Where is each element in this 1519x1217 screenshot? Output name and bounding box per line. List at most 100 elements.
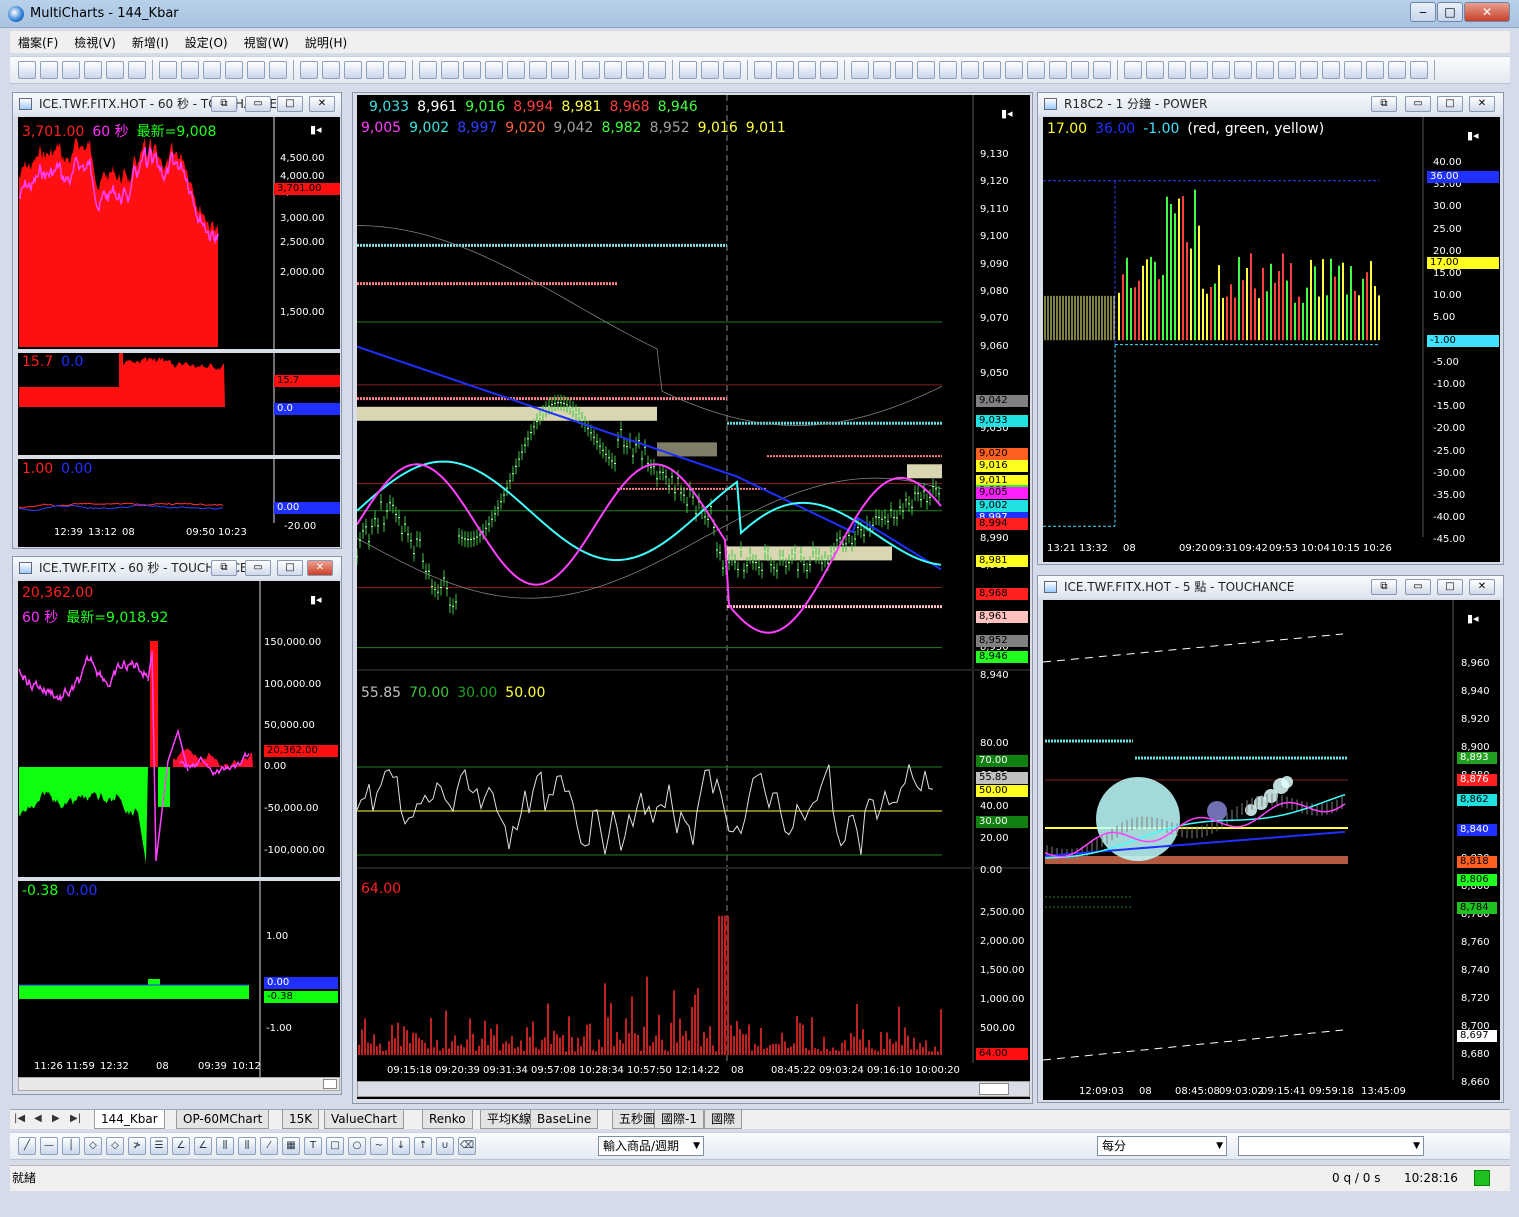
drawing-tool-button[interactable]: ☰ xyxy=(150,1137,168,1155)
toolbar-button[interactable] xyxy=(1212,61,1230,79)
drawing-tool-button[interactable]: T xyxy=(304,1137,322,1155)
toolbar-button[interactable] xyxy=(1322,61,1340,79)
toolbar-button[interactable] xyxy=(1027,61,1045,79)
chart-window-top-right[interactable]: R18C2 - 1 分鐘 - POWER ⧉ ▭ □ ✕ 17.00 36.00-… xyxy=(1037,92,1504,565)
toolbar-button[interactable] xyxy=(1071,61,1089,79)
toolbar-button[interactable] xyxy=(441,61,459,79)
chart-window-top-left[interactable]: ICE.TWF.FITX.HOT - 60 秒 - TOUCHANCE ⧉ ▭ … xyxy=(12,92,342,549)
toolbar-button[interactable] xyxy=(939,61,957,79)
menu-item[interactable]: 視窗(W) xyxy=(236,31,297,54)
drawing-tool-button[interactable]: │ xyxy=(62,1137,80,1155)
toolbar-button[interactable] xyxy=(1344,61,1362,79)
chart-canvas[interactable]: 4,500.004,000.003,500.003,000.002,500.00… xyxy=(18,117,340,547)
chart-window-minimize-button[interactable]: ▭ xyxy=(1405,96,1431,112)
toolbar-button[interactable] xyxy=(344,61,362,79)
next-tab-icon[interactable]: ▶ xyxy=(52,1113,60,1124)
toolbar-button[interactable] xyxy=(983,61,1001,79)
chart-window-minimize-button[interactable]: ▭ xyxy=(245,560,271,576)
tab-item[interactable]: BaseLine xyxy=(530,1110,599,1129)
chart-window-maximize-button[interactable]: □ xyxy=(277,96,303,112)
chart-window-maximize-button[interactable]: □ xyxy=(1437,579,1463,595)
toolbar-button[interactable] xyxy=(1256,61,1274,79)
toolbar-button[interactable] xyxy=(701,61,719,79)
toolbar-button[interactable] xyxy=(62,61,80,79)
minimize-button[interactable]: ‒ xyxy=(1410,2,1436,22)
toolbar-button[interactable] xyxy=(1300,61,1318,79)
chart-window-close-button[interactable]: ✕ xyxy=(307,560,333,576)
toolbar-button[interactable] xyxy=(1234,61,1252,79)
toolbar-button[interactable] xyxy=(269,61,287,79)
toolbar-button[interactable] xyxy=(181,61,199,79)
toolbar-button[interactable] xyxy=(648,61,666,79)
drawing-tool-button[interactable]: ↑ xyxy=(414,1137,432,1155)
menu-item[interactable]: 新增(I) xyxy=(124,31,177,54)
drawing-tool-button[interactable]: ⌫ xyxy=(458,1137,476,1155)
toolbar-button[interactable] xyxy=(247,61,265,79)
chart-canvas[interactable]: 8,9608,9408,9208,9008,8808,8608,8408,820… xyxy=(1043,600,1500,1100)
toolbar-button[interactable] xyxy=(40,61,58,79)
toolbar-button[interactable] xyxy=(485,61,503,79)
toolbar-button[interactable] xyxy=(106,61,124,79)
main-chart-canvas[interactable]: 9,033 8,961 9,016 8,994 8,981 8,968 8,946 9,005… xyxy=(357,95,1030,1099)
toolbar-button[interactable] xyxy=(1005,61,1023,79)
drawing-tool-button[interactable]: ◇ xyxy=(106,1137,124,1155)
toolbar-button[interactable] xyxy=(203,61,221,79)
drawing-tool-button[interactable]: ∠ xyxy=(194,1137,212,1155)
chart-window-restore-button[interactable]: ⧉ xyxy=(211,96,237,112)
close-button[interactable]: ✕ xyxy=(1464,2,1510,22)
drawing-tool-button[interactable]: ◇ xyxy=(84,1137,102,1155)
toolbar-button[interactable] xyxy=(961,61,979,79)
symbol-combo[interactable]: 輸入商品/週期 ▼ xyxy=(598,1136,704,1156)
chart-canvas[interactable]: 17.00 36.00 -1.00 (red, green, yellow) 40.00… xyxy=(1043,117,1500,562)
horizontal-scrollbar[interactable] xyxy=(18,1077,340,1091)
drawing-tool-button[interactable]: ╱ xyxy=(18,1137,36,1155)
toolbar-button[interactable] xyxy=(1146,61,1164,79)
toolbar-button[interactable] xyxy=(798,61,816,79)
toolbar-button[interactable] xyxy=(551,61,569,79)
toolbar-button[interactable] xyxy=(463,61,481,79)
prev-tab-icon[interactable]: ◀ xyxy=(34,1113,42,1124)
toolbar-button[interactable] xyxy=(300,61,318,79)
menu-item[interactable]: 設定(O) xyxy=(177,31,236,54)
drawing-tool-button[interactable]: ⫼ xyxy=(238,1137,256,1155)
tab-item[interactable]: OP-60MChart xyxy=(176,1110,270,1129)
toolbar-button[interactable] xyxy=(529,61,547,79)
toolbar-button[interactable] xyxy=(419,61,437,79)
chart-window-close-button[interactable]: ✕ xyxy=(1469,579,1495,595)
scroll-to-end-icon[interactable]: ▮◂ xyxy=(1467,129,1479,142)
drawing-tool-button[interactable]: ○ xyxy=(348,1137,366,1155)
tab-item[interactable]: Renko xyxy=(422,1110,473,1129)
drawing-tool-button[interactable]: ▦ xyxy=(282,1137,300,1155)
toolbar-button[interactable] xyxy=(388,61,406,79)
toolbar-button[interactable] xyxy=(873,61,891,79)
toolbar-button[interactable] xyxy=(626,61,644,79)
chart-window-maximize-button[interactable]: □ xyxy=(277,560,303,576)
toolbar-button[interactable] xyxy=(366,61,384,79)
tab-active[interactable]: 144_Kbar xyxy=(94,1110,165,1129)
drawing-tool-button[interactable]: ∪ xyxy=(436,1137,454,1155)
toolbar-button[interactable] xyxy=(1168,61,1186,79)
scroll-to-end-icon[interactable]: ▮◂ xyxy=(310,123,322,136)
toolbar-button[interactable] xyxy=(1049,61,1067,79)
toolbar-button[interactable] xyxy=(159,61,177,79)
toolbar-button[interactable] xyxy=(851,61,869,79)
toolbar-button[interactable] xyxy=(18,61,36,79)
toolbar-button[interactable] xyxy=(1410,61,1428,79)
chart-window-close-button[interactable]: ✕ xyxy=(309,96,335,112)
chart-window-main[interactable]: 9,033 8,961 9,016 8,994 8,981 8,968 8,946 9,005… xyxy=(352,92,1033,1104)
maximize-button[interactable]: □ xyxy=(1437,2,1463,22)
chart-window-maximize-button[interactable]: □ xyxy=(1437,96,1463,112)
toolbar-button[interactable] xyxy=(1366,61,1384,79)
scroll-to-end-icon[interactable]: ▮◂ xyxy=(310,593,322,606)
toolbar-button[interactable] xyxy=(582,61,600,79)
chart-canvas[interactable]: 20,362.00 60 秒最新=9,018.92 150,000.00 100,00… xyxy=(18,581,340,1077)
chart-window-minimize-button[interactable]: ▭ xyxy=(1405,579,1431,595)
toolbar-button[interactable] xyxy=(917,61,935,79)
toolbar-button[interactable] xyxy=(776,61,794,79)
scrollbar-thumb[interactable] xyxy=(979,1083,1009,1095)
toolbar-button[interactable] xyxy=(507,61,525,79)
menu-item[interactable]: 說明(H) xyxy=(297,31,355,54)
tab-item[interactable]: 國際 xyxy=(704,1110,743,1129)
search-combo[interactable]: ▼ xyxy=(1238,1136,1424,1156)
drawing-tool-button[interactable]: ⫼ xyxy=(216,1137,234,1155)
